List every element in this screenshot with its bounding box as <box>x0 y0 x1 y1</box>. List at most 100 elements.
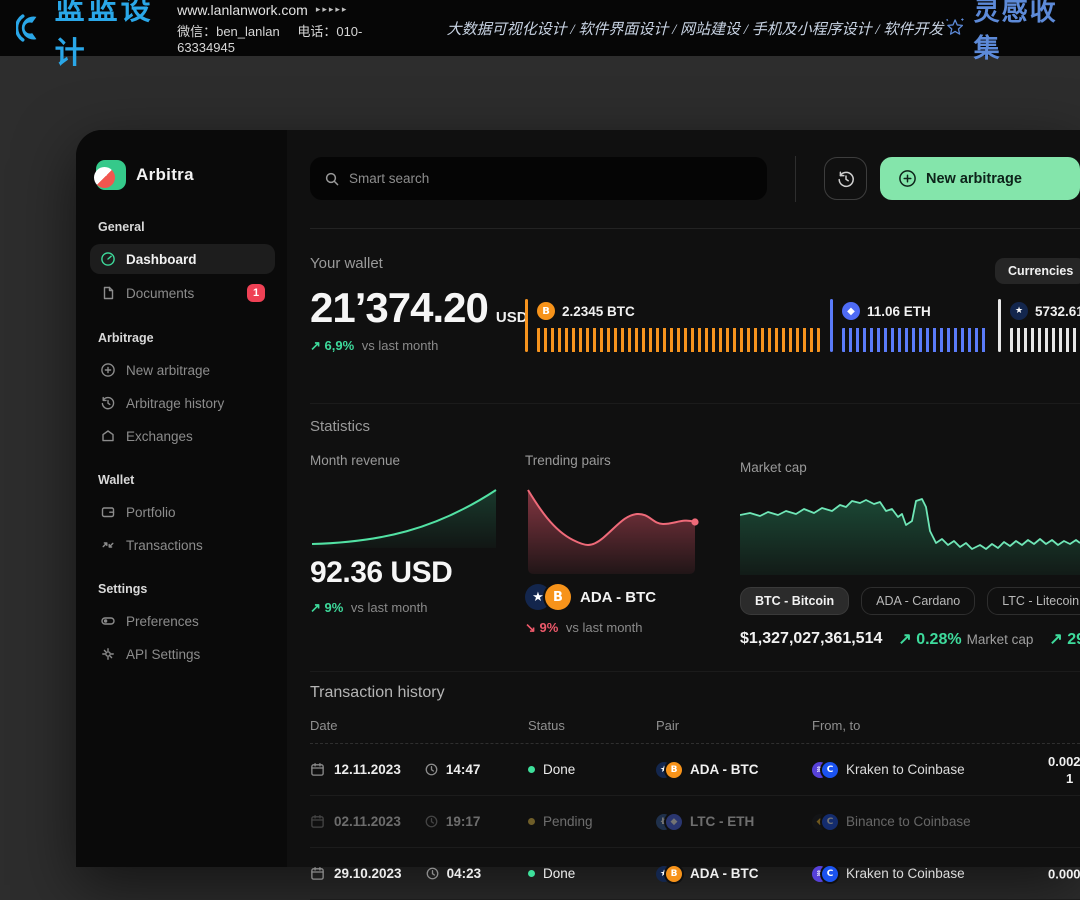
banner-wechat: 微信：ben_lanlan <box>177 24 280 39</box>
promo-banner: 蓝蓝设计 www.lanlanwork.com ▸▸▸▸▸ 微信：ben_lan… <box>0 0 1080 56</box>
trending-pairs-chart <box>525 482 713 574</box>
statistics-title: Statistics <box>310 418 1080 435</box>
market-cap-card: Market cap 1D 7D 1M <box>740 453 1080 649</box>
wallet-tabs: Currencies Exchanges <box>995 258 1080 284</box>
history-icon <box>836 169 856 189</box>
wallet-icon <box>100 504 116 520</box>
clock-icon <box>424 762 439 777</box>
sidebar-item-transactions[interactable]: Transactions <box>90 530 275 560</box>
sidebar-item-api-settings[interactable]: API Settings <box>90 639 275 669</box>
table-row[interactable]: 02.11.2023 19:17 Pending Ł◆ LTC - ETH ◆C… <box>310 796 1080 848</box>
topbar: New arbitrage <box>310 157 1080 200</box>
pair-icons: ★B <box>656 866 682 882</box>
trending-pair-name: ADA - BTC <box>580 589 656 606</box>
calendar-icon <box>310 762 325 777</box>
exchange-icons: ◆C <box>812 814 838 830</box>
wallet-change: ↗ 6,9% <box>310 338 354 353</box>
wallet-holdings: B 2.2345 BTC ◆ 11.06 ETH ★ 5732.61 ADA <box>525 299 1080 352</box>
main-content: New arbitrage Your wallet 21’374.20 USD … <box>287 130 1080 867</box>
topbar-divider <box>795 156 796 202</box>
btc-icon: B <box>666 866 682 882</box>
dashboard-window: Arbitra General Dashboard Documents 1 Ar… <box>76 130 1080 867</box>
calendar-icon <box>310 866 325 881</box>
app-logo: Arbitra <box>96 160 269 190</box>
status-dot-done <box>528 870 535 877</box>
exchange-icon <box>100 428 116 444</box>
sidebar-item-preferences[interactable]: Preferences <box>90 606 275 636</box>
transactions-title: Transaction history <box>310 684 1080 702</box>
banner-url[interactable]: www.lanlanwork.com <box>177 2 308 18</box>
trending-pairs-card: Trending pairs ★ B AD <box>525 453 725 649</box>
eth-bars <box>842 328 988 352</box>
sidebar-item-portfolio[interactable]: Portfolio <box>90 497 275 527</box>
banner-arrows: ▸▸▸▸▸ <box>316 4 349 15</box>
wrench-icon <box>100 646 116 662</box>
market-cap-pills: BTC - Bitcoin ADA - Cardano LTC - Liteco… <box>740 587 1080 615</box>
pill-ada-cardano[interactable]: ADA - Cardano <box>861 587 975 615</box>
eth-icon: ◆ <box>666 814 682 830</box>
sidebar-item-documents[interactable]: Documents 1 <box>90 277 275 309</box>
search-box[interactable] <box>310 157 767 200</box>
calendar-icon <box>310 814 325 829</box>
inspiration-brand: 灵感收集 <box>943 0 1064 65</box>
ada-bars <box>1010 328 1080 352</box>
documents-badge: 1 <box>247 284 265 302</box>
nav-section-settings: Settings <box>98 582 269 596</box>
document-icon <box>100 285 116 301</box>
plus-circle-icon <box>898 169 917 188</box>
pair-icons: Ł◆ <box>656 814 682 830</box>
month-revenue-card: Month revenue 92.36 USD ↗ 9% vs last mon… <box>310 453 510 649</box>
arbitra-logo-icon <box>96 160 126 190</box>
tab-currencies[interactable]: Currencies <box>995 258 1080 284</box>
sidebar: Arbitra General Dashboard Documents 1 Ar… <box>76 130 287 867</box>
plus-circle-icon <box>100 362 116 378</box>
btc-icon: B <box>666 762 682 778</box>
new-arbitrage-button[interactable]: New arbitrage <box>880 157 1080 200</box>
holding-btc: B 2.2345 BTC <box>525 299 820 352</box>
coinbase-icon: C <box>822 814 838 830</box>
inspiration-brand-text: 灵感收集 <box>974 0 1064 65</box>
pair-icons: ★ B <box>525 584 571 610</box>
wallet-currency: USD <box>496 309 528 326</box>
exchange-icons: ≋C <box>812 762 838 778</box>
history-button[interactable] <box>824 157 867 200</box>
dashboard-icon <box>100 251 116 267</box>
sidebar-item-dashboard[interactable]: Dashboard <box>90 244 275 274</box>
btc-icon: B <box>537 302 555 320</box>
banner-services: 大数据可视化设计 / 软件界面设计 / 网站建设 / 手机及小程序设计 / 软件… <box>447 18 944 39</box>
btc-bars <box>537 328 820 352</box>
lanlan-logo: 蓝蓝设计 <box>16 0 161 72</box>
clock-icon <box>425 866 440 881</box>
transaction-history-section: Transaction history Date Status Pair Fro… <box>310 672 1080 900</box>
wallet-title: Your wallet <box>310 255 1080 272</box>
pill-btc-bitcoin[interactable]: BTC - Bitcoin <box>740 587 849 615</box>
pill-ltc-litecoin[interactable]: LTC - Litecoin <box>987 587 1080 615</box>
statistics-section: Statistics Month revenue 92.36 USD ↗ 9% <box>310 404 1080 649</box>
exchange-icons: ≋C <box>812 866 838 882</box>
market-cap-stats: $1,327,027,361,514 ↗ 0.28%Market cap ↗ 2… <box>740 629 1080 649</box>
app-name: Arbitra <box>136 165 194 185</box>
transactions-header: Date Status Pair From, to <box>310 718 1080 744</box>
transactions-icon <box>100 537 116 553</box>
toggle-icon <box>100 613 116 629</box>
search-input[interactable] <box>349 171 753 186</box>
coinbase-icon: C <box>822 762 838 778</box>
nav-section-arbitrage: Arbitrage <box>98 331 269 345</box>
status-dot-done <box>528 766 535 773</box>
coinbase-icon: C <box>822 866 838 882</box>
holding-ada: ★ 5732.61 ADA <box>998 299 1080 352</box>
market-cap-chart <box>740 487 1080 575</box>
sidebar-item-exchanges[interactable]: Exchanges <box>90 421 275 451</box>
sidebar-item-arbitrage-history[interactable]: Arbitrage history <box>90 388 275 418</box>
clock-icon <box>424 814 439 829</box>
table-row[interactable]: 29.10.2023 04:23 Done ★B ADA - BTC ≋C Kr… <box>310 848 1080 900</box>
table-row[interactable]: 12.11.2023 14:47 Done ★B ADA - BTC ≋C Kr… <box>310 744 1080 796</box>
sidebar-item-new-arbitrage[interactable]: New arbitrage <box>90 355 275 385</box>
banner-contact: www.lanlanwork.com ▸▸▸▸▸ 微信：ben_lanlan 电… <box>177 2 387 55</box>
status-badge: Done <box>543 762 575 777</box>
wallet-balance: 21’374.20 <box>310 284 488 332</box>
wallet-section: Your wallet 21’374.20 USD ↗ 6,9% vs last… <box>310 229 1080 375</box>
nav-section-general: General <box>98 220 269 234</box>
search-icon <box>324 171 340 187</box>
status-dot-pending <box>528 818 535 825</box>
